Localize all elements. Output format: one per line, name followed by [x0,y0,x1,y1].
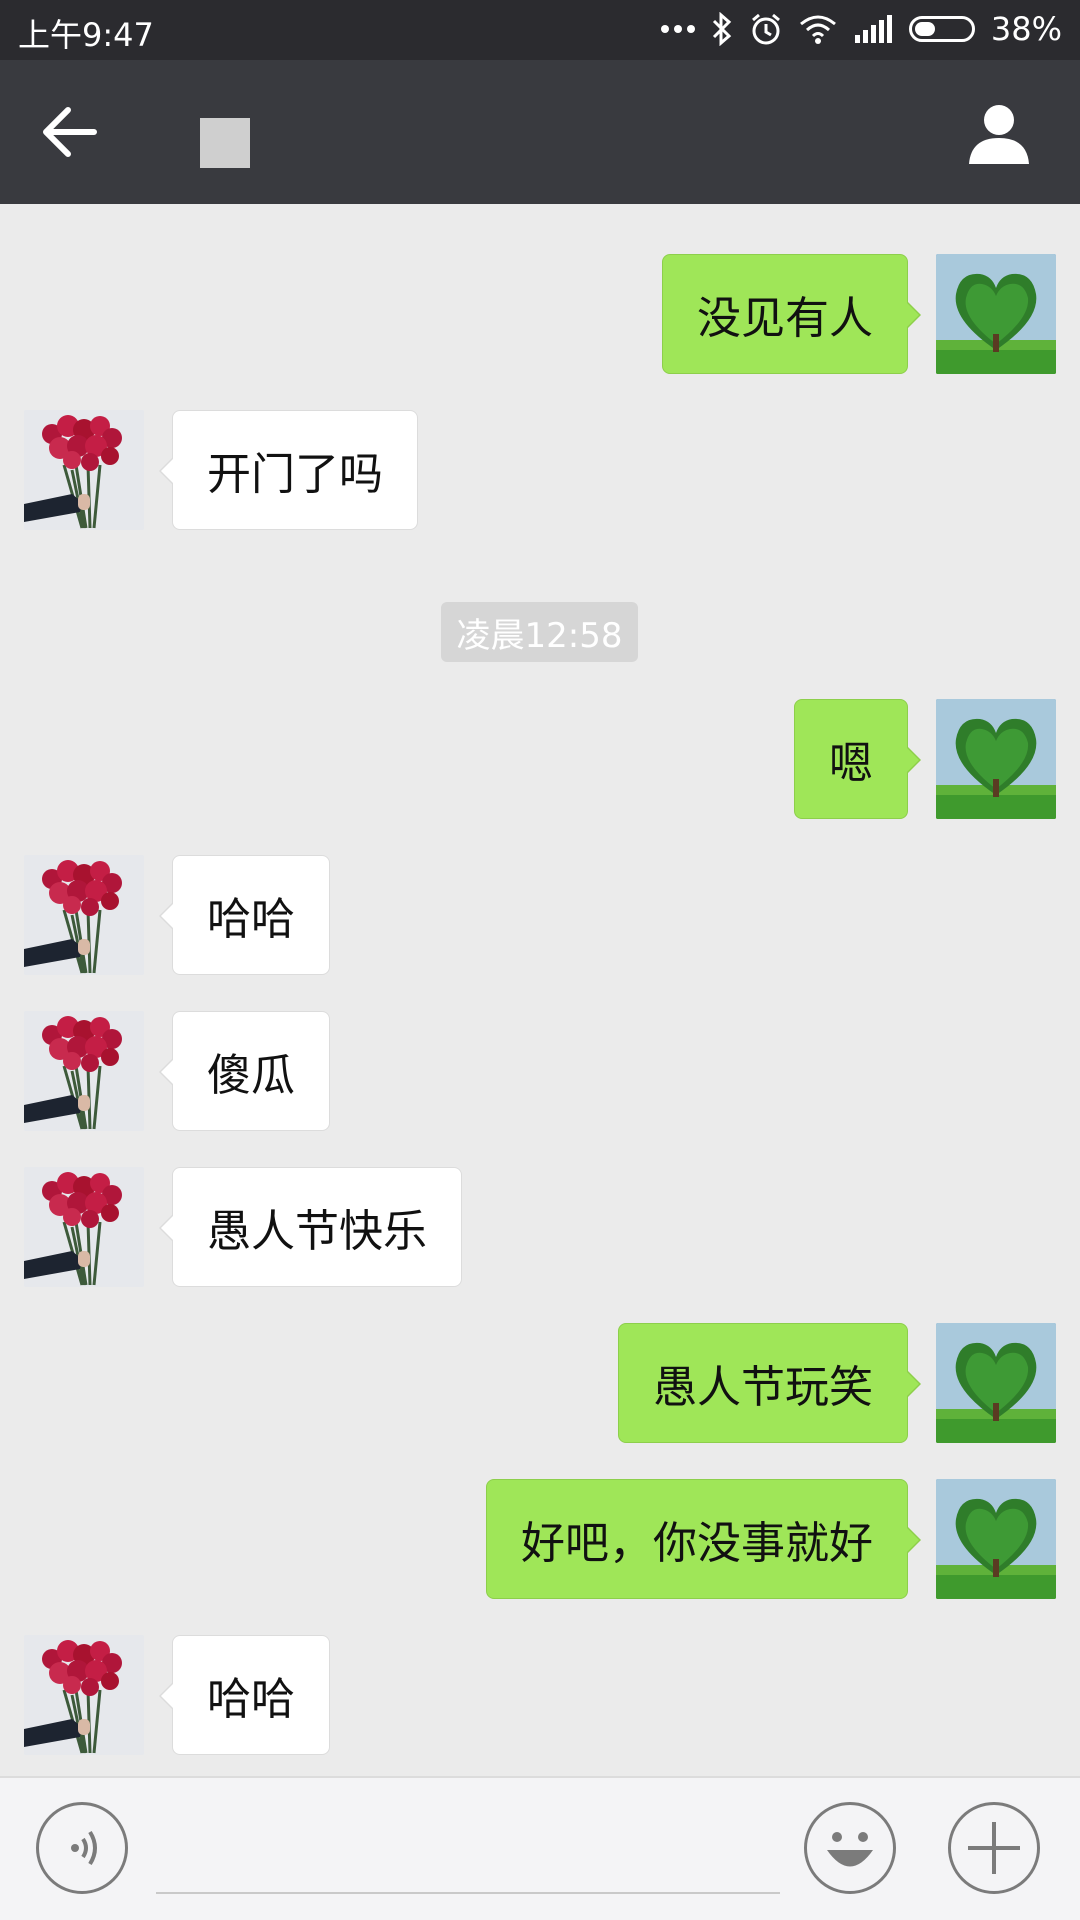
nav-bar [0,60,1080,204]
input-bar [0,1776,1080,1920]
person-icon [969,105,1029,164]
battery-icon [908,16,975,42]
message-input[interactable] [156,1808,780,1894]
contact-avatar[interactable] [24,410,144,530]
contact-avatar[interactable] [24,1011,144,1131]
contact-avatar[interactable] [24,1635,144,1755]
emoji-icon [827,1832,873,1867]
message-bubble[interactable]: 傻瓜 [159,1011,330,1131]
message-bubble[interactable]: 愚人节快乐 [159,1167,462,1287]
sent-message: 好吧，你没事就好 [0,1479,1080,1599]
status-icons: 38% [660,10,1062,48]
back-arrow-icon [43,107,97,157]
my-avatar[interactable] [936,1479,1056,1599]
voice-button[interactable] [36,1802,128,1894]
more-dots-icon [660,25,695,33]
received-message: 开门了吗 [0,410,1080,530]
received-message: 哈哈 [0,855,1080,975]
bluetooth-icon [712,12,732,46]
wifi-icon [799,15,836,44]
sent-message: 没见有人 [0,254,1080,374]
timestamp-divider: 凌晨12:58 [441,602,638,662]
chat-area[interactable]: 没见有人 开门了吗嗯哈哈 傻瓜 愚人节快乐 愚人节玩笑 好吧，你没事就好 哈哈 凌晨12:5… [0,204,1080,1776]
battery-percent: 38% [990,10,1062,48]
message-bubble[interactable]: 嗯 [794,699,921,819]
received-message: 哈哈 [0,1635,1080,1755]
contact-avatar[interactable] [24,855,144,975]
my-avatar[interactable] [936,254,1056,374]
contact-avatar[interactable] [24,1167,144,1287]
my-avatar[interactable] [936,699,1056,819]
battery-fill [914,22,936,36]
back-button[interactable] [40,102,104,162]
sent-message: 嗯 [0,699,1080,819]
message-bubble[interactable]: 开门了吗 [159,410,418,530]
message-bubble[interactable]: 没见有人 [662,254,921,374]
message-bubble[interactable]: 好吧，你没事就好 [486,1479,921,1599]
status-bar: 上午9:47 38% [0,0,1080,60]
received-message: 愚人节快乐 [0,1167,1080,1287]
more-button[interactable] [948,1802,1040,1894]
message-bubble[interactable]: 哈哈 [159,1635,330,1755]
voice-icon [71,1830,97,1866]
alarm-icon [751,13,780,45]
message-bubble[interactable]: 哈哈 [159,855,330,975]
received-message: 傻瓜 [0,1011,1080,1131]
emoji-button[interactable] [804,1802,896,1894]
plus-icon [968,1822,1020,1874]
contact-info-button[interactable] [966,100,1032,166]
sent-message: 愚人节玩笑 [0,1323,1080,1443]
my-avatar[interactable] [936,1323,1056,1443]
status-time: 上午9:47 [18,16,154,54]
message-bubble[interactable]: 愚人节玩笑 [618,1323,921,1443]
signal-icon [854,15,892,43]
chat-title-placeholder [200,118,250,168]
